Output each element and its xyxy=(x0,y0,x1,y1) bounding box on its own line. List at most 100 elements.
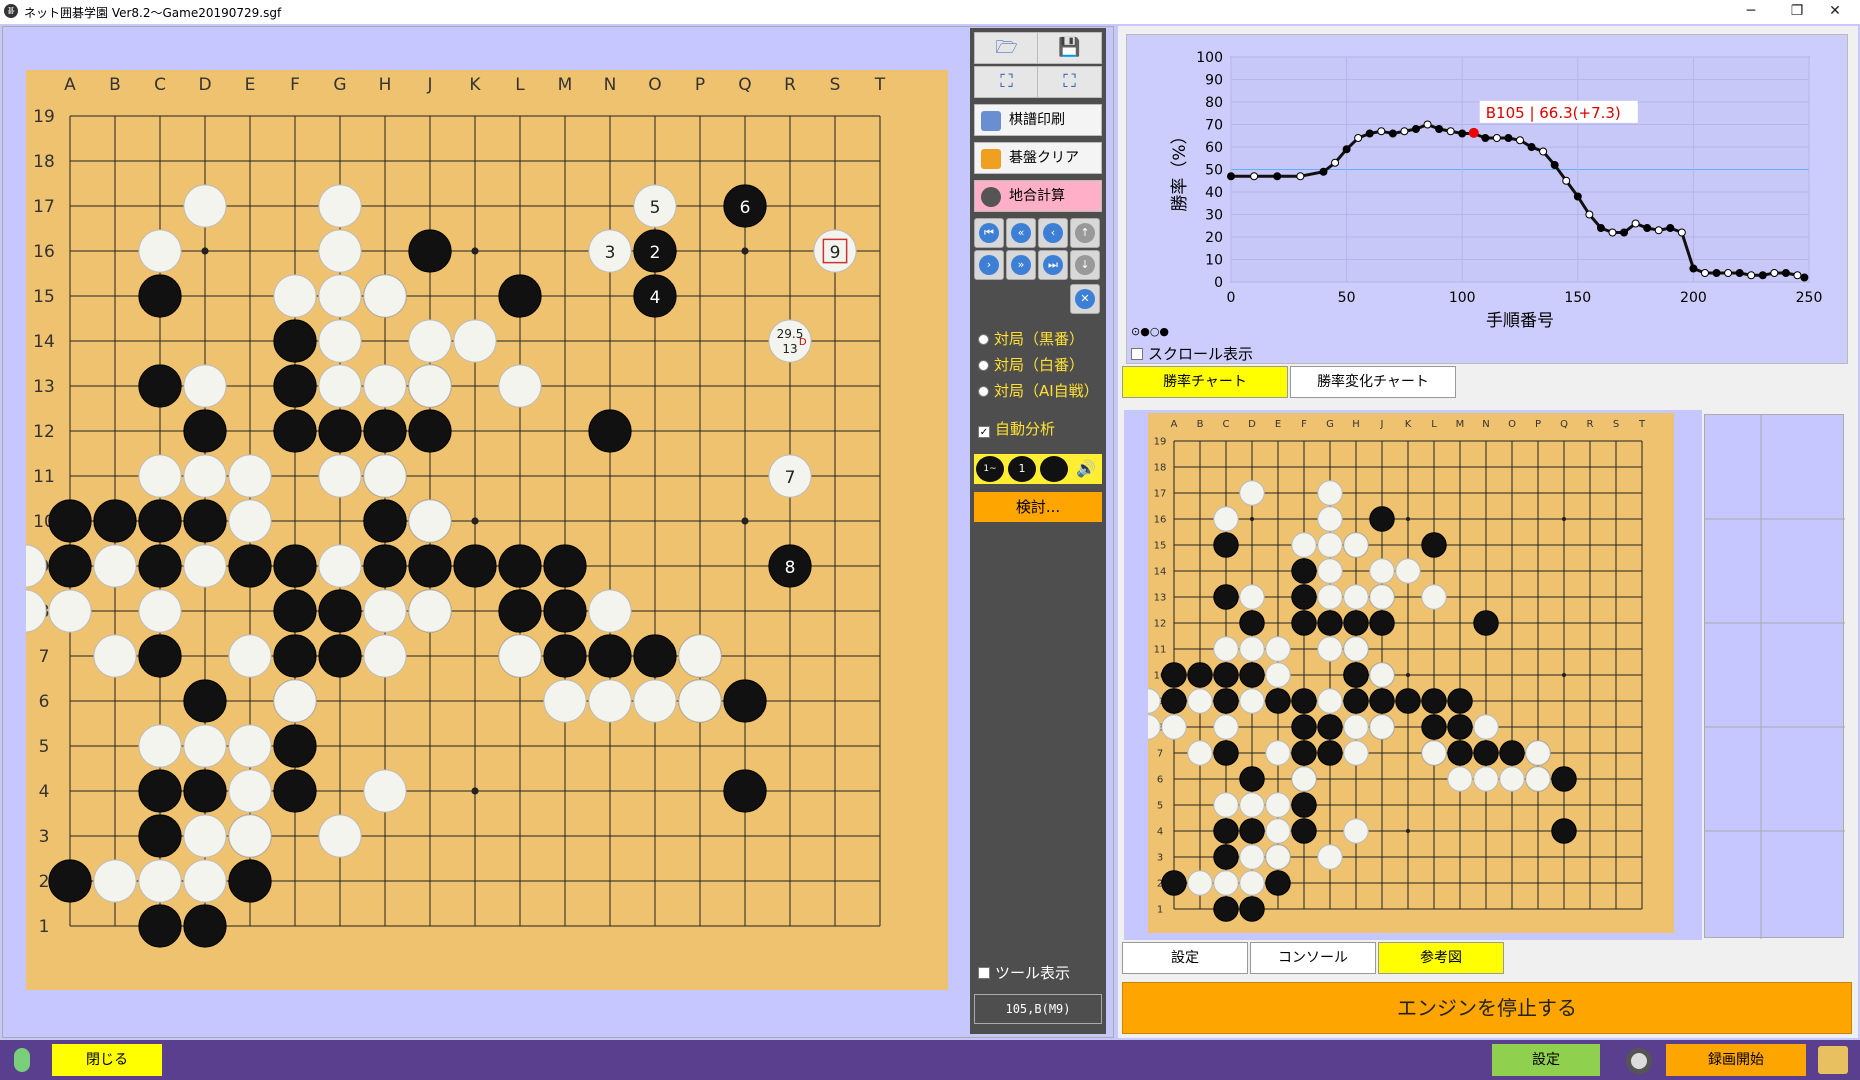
black-stone xyxy=(498,274,542,318)
y-tick-label: 30 xyxy=(1205,208,1223,224)
save-file-icon[interactable]: 💾 xyxy=(1037,32,1102,64)
open-file-icon[interactable]: 🗁 xyxy=(974,32,1039,64)
column-label: T xyxy=(1638,419,1646,430)
white-stone xyxy=(138,454,182,498)
settings-button[interactable]: 設定 xyxy=(1492,1044,1600,1076)
close-button[interactable]: 閉じる xyxy=(52,1044,162,1076)
white-stone xyxy=(1369,558,1395,584)
column-label: D xyxy=(1248,419,1256,430)
play-black-radio[interactable]: 対局（黒番） xyxy=(978,328,1084,349)
back-ten-button[interactable]: « xyxy=(1006,218,1036,248)
tool-display-checkbox[interactable]: ツール表示 xyxy=(978,962,1070,983)
white-stone xyxy=(1317,636,1343,662)
review-button[interactable]: 検討... xyxy=(974,492,1102,522)
win-rate-point xyxy=(1800,273,1809,282)
win-rate-point xyxy=(1689,264,1698,273)
microphone-icon[interactable] xyxy=(14,1048,30,1072)
go-board[interactable]: A19B18C17D16E15F14G13H12J11K10L9M8N7O6P5… xyxy=(26,70,948,990)
play-ai-radio[interactable]: 対局（AI自戦） xyxy=(978,380,1099,401)
minimize-button[interactable]: ─ xyxy=(1728,0,1774,24)
row-label: 13 xyxy=(33,377,55,397)
white-stone xyxy=(93,634,137,678)
white-stone xyxy=(1265,636,1291,662)
white-stone xyxy=(318,274,362,318)
territory-label: 地合計算 xyxy=(1009,188,1065,204)
win-rate-point xyxy=(1446,127,1455,136)
all-numbers-icon[interactable]: 1~ xyxy=(976,456,1004,482)
white-stone xyxy=(498,634,542,678)
row-label: 11 xyxy=(33,467,55,487)
column-label: G xyxy=(1326,419,1334,430)
stone-filter-icons[interactable]: ⊙●○● xyxy=(1131,325,1169,338)
win-rate-point xyxy=(1319,167,1328,176)
column-label: J xyxy=(1380,419,1384,430)
black-stone xyxy=(138,814,182,858)
last-move-button[interactable]: ⏭ xyxy=(1038,250,1068,280)
white-stone xyxy=(183,859,227,903)
white-stone xyxy=(1369,714,1395,740)
record-button[interactable]: 録画開始 xyxy=(1666,1044,1806,1076)
white-stone xyxy=(1239,792,1265,818)
star-point xyxy=(1561,672,1567,678)
white-stone xyxy=(1291,532,1317,558)
column-label: F xyxy=(1301,419,1307,430)
auto-analysis-checkbox[interactable]: ✓ 自動分析 xyxy=(978,418,1055,439)
win-rate-point xyxy=(1331,158,1340,167)
row-label: 16 xyxy=(33,242,55,262)
black-stone xyxy=(363,544,407,588)
win-rate-point xyxy=(1596,224,1605,232)
x-tick-label: 50 xyxy=(1338,290,1356,306)
row-label: 11 xyxy=(1154,645,1167,656)
back-one-button[interactable]: ‹ xyxy=(1038,218,1068,248)
folder-icon[interactable] xyxy=(1818,1046,1848,1074)
white-stone xyxy=(183,184,227,228)
reference-board: A19B18C17D16E15F14G13H12J11K10L9M8N7O6P5… xyxy=(1135,413,1674,933)
radio-icon xyxy=(978,386,989,397)
close-window-button[interactable]: ✕ xyxy=(1812,0,1858,24)
white-stone xyxy=(48,589,92,633)
row-label: 13 xyxy=(1154,593,1167,604)
white-stone xyxy=(318,814,362,858)
current-move-marker xyxy=(1468,127,1479,138)
kifu-print-button[interactable]: 棋譜印刷 xyxy=(974,104,1102,136)
up-variation-button[interactable]: ↑ xyxy=(1070,218,1100,248)
black-stone xyxy=(1213,896,1239,922)
tab-reference[interactable]: 参考図 xyxy=(1378,942,1504,974)
first-move-button[interactable]: ⏮ xyxy=(974,218,1004,248)
ai-black-icon[interactable]: ⛶ xyxy=(974,66,1039,98)
scroll-checkbox[interactable]: スクロール表示 xyxy=(1131,343,1253,364)
tab-settings[interactable]: 設定 xyxy=(1122,942,1248,974)
column-label: M xyxy=(1456,419,1465,430)
play-white-radio[interactable]: 対局（白番） xyxy=(978,354,1084,375)
no-number-icon[interactable] xyxy=(1040,456,1068,482)
win-rate-point xyxy=(1400,127,1409,136)
close-variation-button[interactable]: ✕ xyxy=(1070,284,1100,314)
white-stone xyxy=(1525,740,1551,766)
black-stone xyxy=(408,409,452,453)
win-rate-point xyxy=(1770,269,1779,277)
tab-console[interactable]: コンソール xyxy=(1250,942,1376,974)
white-stone xyxy=(1317,532,1343,558)
up-icon: ↑ xyxy=(1075,223,1095,243)
x-tick-label: 200 xyxy=(1680,290,1707,306)
win-rate-point xyxy=(1250,172,1259,181)
territory-button[interactable]: 地合計算 xyxy=(974,180,1102,212)
white-stone xyxy=(1187,740,1213,766)
x-tick-label: 0 xyxy=(1227,290,1236,306)
forward-ten-button[interactable]: » xyxy=(1006,250,1036,280)
ai-white-icon[interactable]: ⛶ xyxy=(1037,66,1102,98)
tab-win-rate-change[interactable]: 勝率変化チャート xyxy=(1290,366,1456,398)
forward-one-button[interactable]: › xyxy=(974,250,1004,280)
column-label: S xyxy=(830,75,841,95)
white-stone xyxy=(1265,844,1291,870)
column-label: C xyxy=(154,75,166,95)
down-variation-button[interactable]: ↓ xyxy=(1070,250,1100,280)
single-number-icon[interactable]: 1 xyxy=(1008,456,1036,482)
go-board-canvas[interactable]: A19B18C17D16E15F14G13H12J11K10L9M8N7O6P5… xyxy=(26,70,948,990)
black-stone xyxy=(498,589,542,633)
clear-board-button[interactable]: 碁盤クリア xyxy=(974,142,1102,174)
stop-engine-button[interactable]: エンジンを停止する xyxy=(1122,982,1852,1034)
sound-icon[interactable]: 🔊 xyxy=(1072,456,1100,482)
white-stone xyxy=(1499,766,1525,792)
tab-win-rate[interactable]: 勝率チャート xyxy=(1122,366,1288,398)
